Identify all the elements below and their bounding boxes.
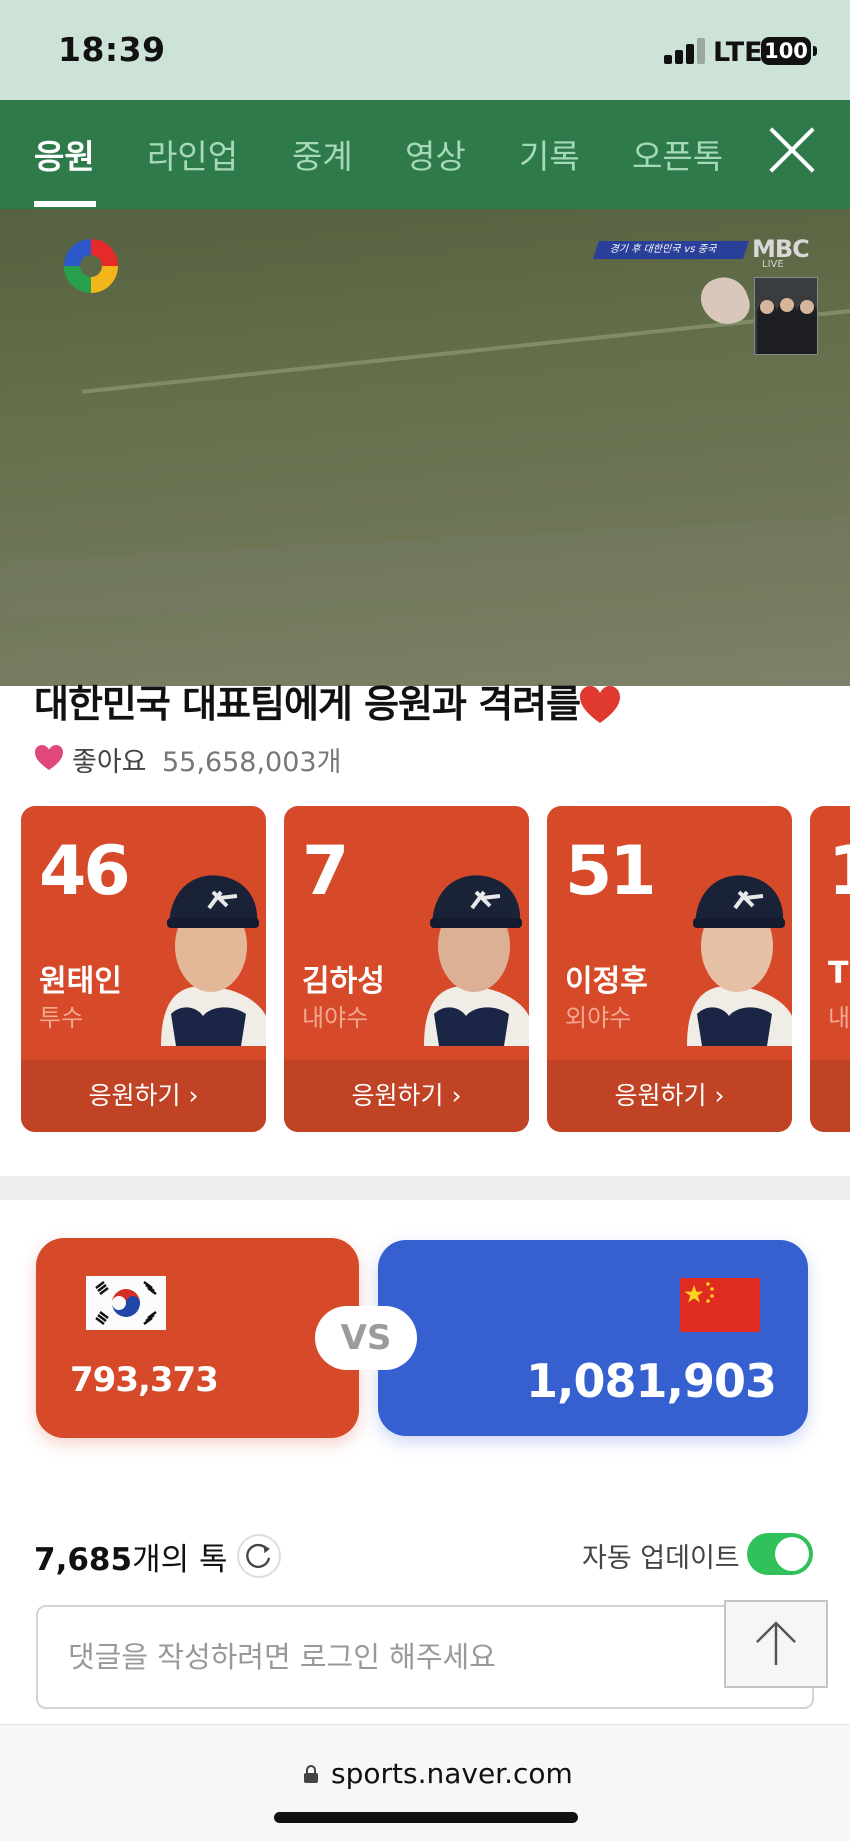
player-name: T [828,956,849,991]
player-photo [424,875,529,1046]
cheer-player-button[interactable]: 응원하기 › [21,1060,266,1132]
player-position: 내 [828,1004,850,1032]
section-divider [0,1176,850,1200]
tab-broadcast[interactable]: 중계 [292,130,353,178]
network-type: LTE [713,37,763,68]
player-card[interactable]: 1 T 내 [810,806,850,1132]
player-number: 7 [302,832,349,911]
player-photo [161,875,266,1046]
comment-field[interactable] [36,1605,814,1709]
player-name: 김하성 [302,964,385,999]
korea-cheer-count: 793,373 [70,1360,219,1400]
tab-records[interactable]: 기록 [519,130,580,178]
talk-count-suffix: 개의 톡 [132,1542,228,1578]
player-number: 51 [565,832,657,911]
commentator-inset [754,277,818,355]
player-name: 원태인 [39,964,122,999]
broadcaster-live-label: LIVE [762,259,784,270]
red-heart-icon [580,686,620,723]
talk-count-number: 7,685 [34,1542,133,1578]
china-cheer-count: 1,081,903 [526,1354,777,1408]
browser-address-bar[interactable]: sports.naver.com [0,1724,850,1841]
tab-cheer[interactable]: 응원 [34,130,95,178]
close-icon[interactable] [766,124,818,176]
player-number: 46 [39,832,131,911]
player-card[interactable]: 51 이정후 외야수 응원하기 › [547,806,792,1132]
status-bar: 18:39 LTE 100 [0,0,850,100]
cheer-title: 대한민국 대표팀에게 응원과 격려를 [34,682,581,726]
like-count: 55,658,003개 [162,747,342,778]
player-position: 외야수 [565,1004,632,1032]
url-text[interactable]: sports.naver.com [331,1757,573,1790]
china-cheer-button[interactable]: 1,081,903 [378,1240,808,1436]
player-name: 이정후 [565,964,648,999]
china-flag-icon [680,1278,760,1332]
scroll-to-top-button[interactable] [724,1600,828,1688]
player-position: 내야수 [302,1004,369,1032]
korea-flag-icon [86,1276,166,1330]
status-time: 18:39 [58,30,166,69]
refresh-icon[interactable] [237,1534,281,1578]
cellular-signal-icon [664,38,708,64]
tab-video[interactable]: 영상 [405,130,466,178]
lock-icon [304,1765,318,1783]
wbc-logo-icon [64,239,118,293]
vs-badge: VS [315,1306,417,1370]
cheer-player-button[interactable] [810,1060,850,1132]
korea-cheer-button[interactable]: 793,373 [36,1238,359,1438]
auto-update-label: 자동 업데이트 [582,1543,740,1574]
home-indicator[interactable] [274,1812,578,1823]
pink-heart-icon[interactable] [34,743,64,773]
tab-bar: 응원 라인업 중계 영상 기록 오픈톡 [0,100,850,209]
comment-input[interactable] [68,1637,728,1677]
battery-icon: 100 [761,37,811,65]
player-number: 1 [828,832,850,911]
talk-count: 7,685개의 톡 [34,1534,227,1579]
player-position: 투수 [39,1004,84,1032]
active-tab-indicator [34,201,96,207]
cheer-player-button[interactable]: 응원하기 › [284,1060,529,1132]
tab-lineup[interactable]: 라인업 [147,130,238,178]
like-label: 좋아요 [72,747,147,778]
player-card-carousel[interactable]: 46 원태인 투수 응원하기 › 7 김하성 내야수 응원하기 › 51 이정후… [0,806,850,1134]
field-shadow [0,516,850,622]
player-photo [687,875,792,1046]
auto-update-toggle[interactable] [747,1533,813,1575]
cheer-player-button[interactable]: 응원하기 › [547,1060,792,1132]
player-card[interactable]: 46 원태인 투수 응원하기 › [21,806,266,1132]
player-card[interactable]: 7 김하성 내야수 응원하기 › [284,806,529,1132]
video-player[interactable]: 경기 후 대한민국 vs 중국 MBC LIVE [0,209,850,686]
battery-tip [813,46,817,56]
score-chip: 경기 후 대한민국 vs 중국 [593,241,749,259]
tab-opentalk[interactable]: 오픈톡 [632,130,723,178]
